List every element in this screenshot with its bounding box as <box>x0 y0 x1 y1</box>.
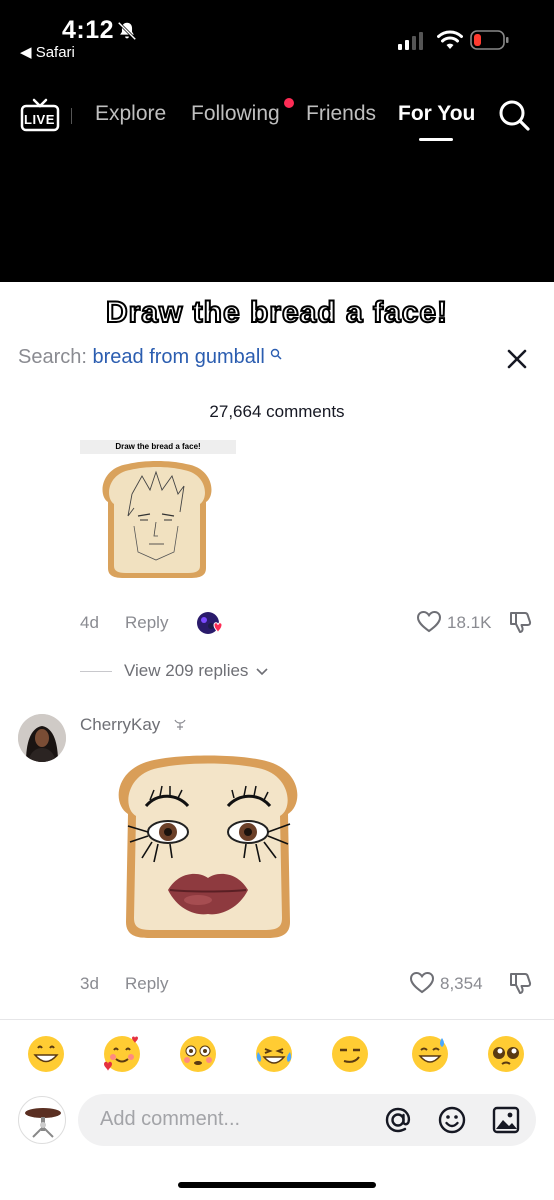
comment-sheet: Draw the bread a face! Search: bread fro… <box>0 282 554 1200</box>
clock: 4:12 <box>62 16 115 44</box>
pleading-emoji[interactable] <box>486 1034 526 1074</box>
user-avatar-image <box>18 714 66 762</box>
replies-divider <box>80 671 112 672</box>
like-count: 8,354 <box>440 974 483 993</box>
comment-count: 27,664 comments <box>209 402 345 421</box>
mention-icon[interactable] <box>382 1104 414 1136</box>
live-label: LIVE <box>24 112 55 127</box>
tears-of-joy-emoji[interactable] <box>254 1034 294 1074</box>
bread-face-image[interactable] <box>108 750 308 942</box>
chevron-down-icon <box>256 667 268 675</box>
emoji-icon[interactable] <box>436 1104 468 1136</box>
view-replies-button[interactable]: View 209 replies <box>124 661 268 681</box>
my-avatar-image <box>25 1108 61 1138</box>
video-caption: Draw the bread a face! <box>105 295 449 330</box>
search-icon[interactable] <box>497 98 531 132</box>
dislike-icon[interactable] <box>507 609 533 635</box>
tab-explore[interactable]: Explore <box>95 102 166 126</box>
emoji-quick-bar <box>0 1034 554 1078</box>
nav-divider <box>71 108 72 124</box>
comment-image[interactable]: Draw the bread a face! <box>80 440 236 582</box>
status-bar: 4:12 ◀ Safari <box>0 0 554 80</box>
like-count: 18.1K <box>447 613 492 632</box>
search-icon <box>271 348 282 360</box>
close-icon[interactable] <box>504 346 530 372</box>
divider <box>0 1019 554 1020</box>
active-tab-indicator <box>419 138 453 141</box>
my-avatar <box>18 1096 66 1144</box>
avatar[interactable] <box>18 714 66 762</box>
search-prefix-label: Search: <box>18 346 93 368</box>
live-button[interactable]: LIVE <box>20 98 60 132</box>
flushed-emoji[interactable] <box>178 1034 218 1074</box>
heart-icon[interactable] <box>409 970 435 996</box>
view-replies-label: View 209 replies <box>124 661 249 680</box>
sweat-smile-emoji[interactable] <box>410 1034 450 1074</box>
back-to-safari-link[interactable]: ◀ Safari <box>20 43 75 61</box>
comment-username[interactable]: CherryKay <box>80 715 160 735</box>
comment-input-placeholder: Add comment... <box>100 1108 241 1130</box>
comment-image-caption: Draw the bread a face! <box>80 440 236 454</box>
comment-time: 3d <box>80 974 99 993</box>
cellular-signal-icon <box>398 32 423 50</box>
dislike-icon[interactable] <box>507 970 533 996</box>
wifi-icon <box>437 30 463 49</box>
zodiac-symbol-icon <box>174 719 186 730</box>
home-indicator <box>178 1182 376 1188</box>
reply-button[interactable]: Reply <box>125 974 168 994</box>
search-query-link[interactable]: bread from gumball <box>92 346 264 368</box>
liked-by-creator-avatar <box>197 612 223 634</box>
smiling-hearts-emoji[interactable] <box>102 1034 142 1074</box>
tab-following[interactable]: Following <box>191 102 280 126</box>
battery-low-icon <box>470 30 509 50</box>
bell-muted-icon <box>117 21 137 41</box>
smirk-emoji[interactable] <box>330 1034 370 1074</box>
image-icon[interactable] <box>490 1104 522 1136</box>
related-search[interactable]: Search: bread from gumball <box>18 346 282 369</box>
following-notification-dot <box>284 98 294 108</box>
tab-friends[interactable]: Friends <box>306 102 376 126</box>
tab-for-you[interactable]: For You <box>398 102 475 126</box>
bread-sketch-image <box>102 461 212 578</box>
comment-time: 4d <box>80 613 99 632</box>
reply-button[interactable]: Reply <box>125 613 168 633</box>
grinning-emoji[interactable] <box>26 1034 66 1074</box>
top-navigation: LIVE Explore Following Friends For You <box>0 80 554 282</box>
heart-icon[interactable] <box>416 609 442 635</box>
